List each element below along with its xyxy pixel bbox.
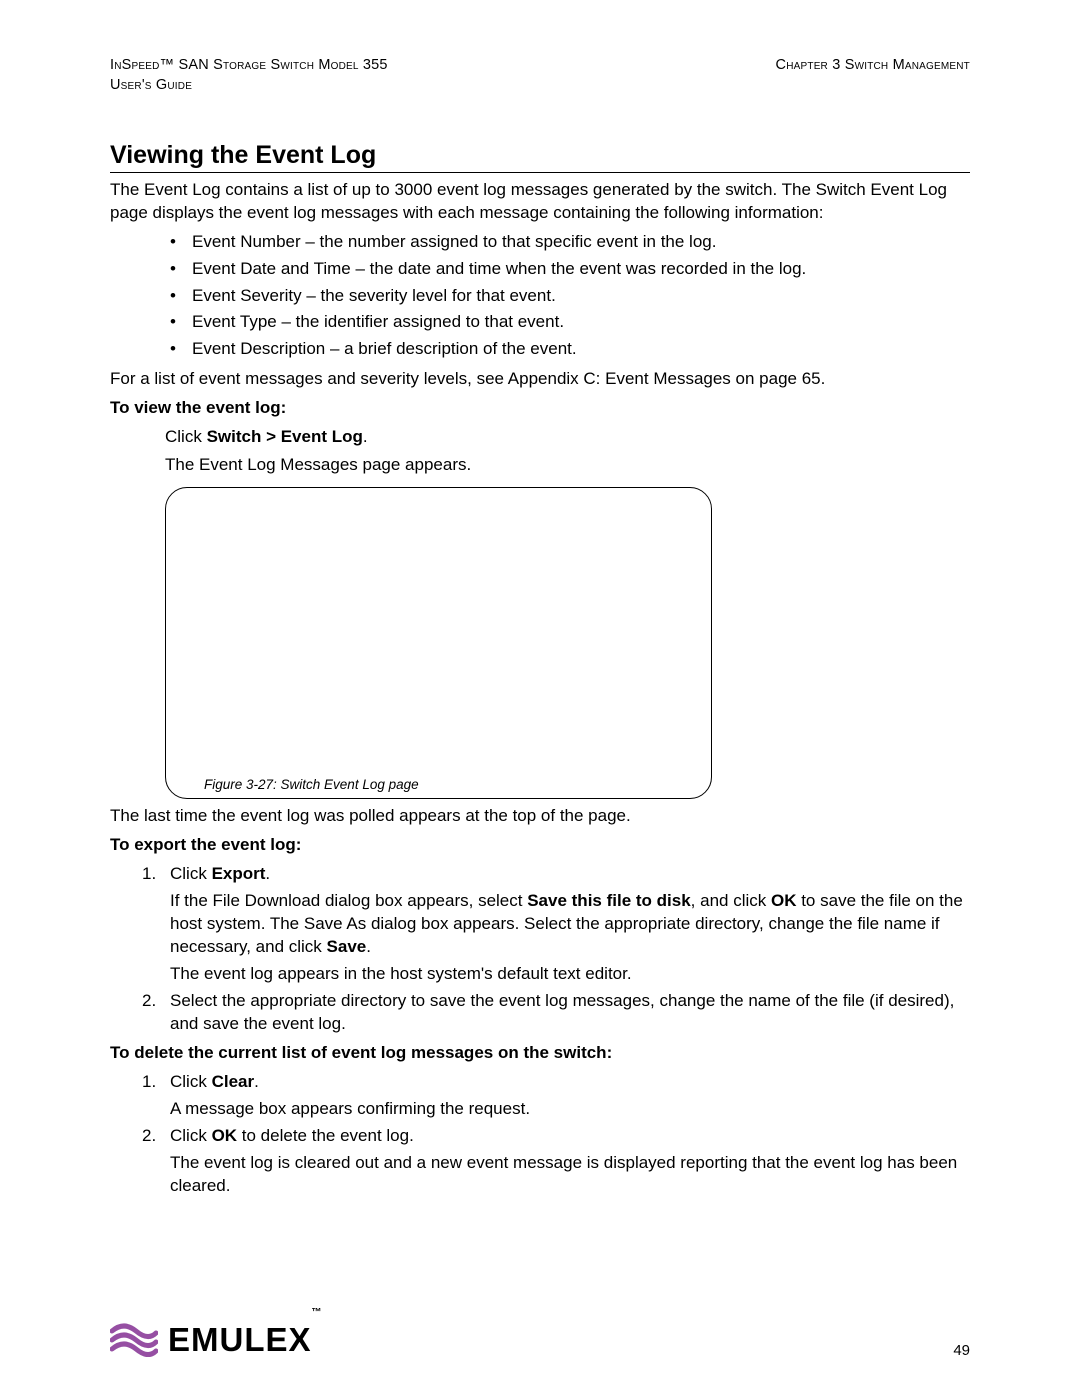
text: .: [366, 937, 371, 956]
delete-steps: Click Clear. A message box appears confi…: [142, 1071, 970, 1198]
text: to delete the event log.: [237, 1126, 414, 1145]
view-result: The Event Log Messages page appears.: [165, 454, 970, 477]
brand-name: EMULEX: [168, 1321, 312, 1358]
text: Click: [170, 1126, 212, 1145]
menu-path: Switch > Event Log: [207, 427, 363, 446]
step-body: The event log appears in the host system…: [170, 963, 970, 986]
button-ref: OK: [771, 891, 797, 910]
brand-text: EMULEX™: [168, 1321, 322, 1359]
list-item: Event Number – the number assigned to th…: [170, 230, 970, 255]
list-item: Event Severity – the severity level for …: [170, 284, 970, 309]
section-title: Viewing the Event Log: [110, 141, 970, 173]
page-footer: EMULEX™ 49: [110, 1321, 970, 1359]
step-body: The event log is cleared out and a new e…: [170, 1152, 970, 1198]
button-ref: Clear: [212, 1072, 255, 1091]
text: Click: [170, 1072, 212, 1091]
option-ref: Save this file to disk: [527, 891, 690, 910]
step-body: A message box appears confirming the req…: [170, 1098, 970, 1121]
page-content: InSpeed™ SAN Storage Switch Model 355 Us…: [0, 0, 1080, 1241]
product-name: InSpeed™ SAN Storage Switch Model 355: [110, 57, 388, 73]
text: .: [254, 1072, 259, 1091]
page-header: InSpeed™ SAN Storage Switch Model 355 Us…: [110, 55, 970, 96]
field-list: Event Number – the number assigned to th…: [170, 230, 970, 361]
header-left: InSpeed™ SAN Storage Switch Model 355 Us…: [110, 55, 388, 96]
appendix-ref: For a list of event messages and severit…: [110, 368, 970, 391]
export-step-2: Select the appropriate directory to save…: [142, 990, 970, 1036]
text: .: [265, 864, 270, 883]
poll-note: The last time the event log was polled a…: [110, 805, 970, 828]
brand-logo: EMULEX™: [110, 1321, 322, 1359]
button-ref: Save: [327, 937, 367, 956]
chapter-name: Chapter 3 Switch Management: [776, 55, 970, 96]
button-ref: OK: [212, 1126, 238, 1145]
export-steps: Click Export. If the File Download dialo…: [142, 863, 970, 1036]
delete-heading: To delete the current list of event log …: [110, 1042, 970, 1065]
list-item: Event Description – a brief description …: [170, 337, 970, 362]
delete-step-2: Click OK to delete the event log. The ev…: [142, 1125, 970, 1198]
text: If the File Download dialog box appears,…: [170, 891, 527, 910]
view-step: Click Switch > Event Log.: [165, 426, 970, 449]
list-item: Event Date and Time – the date and time …: [170, 257, 970, 282]
trademark-icon: ™: [312, 1307, 322, 1318]
text: , and click: [691, 891, 771, 910]
export-step-1: Click Export. If the File Download dialo…: [142, 863, 970, 986]
button-ref: Export: [212, 864, 266, 883]
export-heading: To export the event log:: [110, 834, 970, 857]
step-body: If the File Download dialog box appears,…: [170, 890, 970, 959]
text: .: [363, 427, 368, 446]
delete-step-1: Click Clear. A message box appears confi…: [142, 1071, 970, 1121]
figure-placeholder: Figure 3-27: Switch Event Log page: [165, 487, 712, 799]
guide-name: User's Guide: [110, 77, 192, 93]
list-item: Event Type – the identifier assigned to …: [170, 310, 970, 335]
page-number: 49: [953, 1342, 970, 1359]
figure-caption: Figure 3-27: Switch Event Log page: [204, 777, 419, 792]
emulex-icon: [110, 1323, 158, 1357]
intro-paragraph: The Event Log contains a list of up to 3…: [110, 179, 970, 225]
view-heading: To view the event log:: [110, 397, 970, 420]
text: Click: [165, 427, 207, 446]
text: Click: [170, 864, 212, 883]
